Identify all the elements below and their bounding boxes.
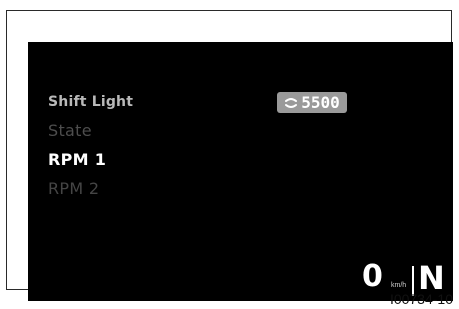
up-down-adjust-icon [284, 97, 298, 109]
menu-item-rpm-1[interactable]: RPM 1 [48, 150, 106, 169]
menu-item-state[interactable]: State [48, 121, 92, 140]
rpm-value: 5500 [301, 93, 340, 112]
rpm-value-badge[interactable]: 5500 [277, 92, 347, 113]
display-screen: Shift Light State RPM 1 RPM 2 5500 0 km/… [28, 42, 453, 301]
speed-readout: 0 [362, 259, 383, 294]
speed-unit-label: km/h [391, 282, 407, 289]
figure-frame: Shift Light State RPM 1 RPM 2 5500 0 km/… [6, 10, 453, 301]
menu-title: Shift Light [48, 94, 134, 110]
menu-item-rpm-2[interactable]: RPM 2 [48, 179, 99, 198]
gear-indicator: N [418, 259, 445, 297]
figure-code: I00734-10 [389, 291, 453, 307]
